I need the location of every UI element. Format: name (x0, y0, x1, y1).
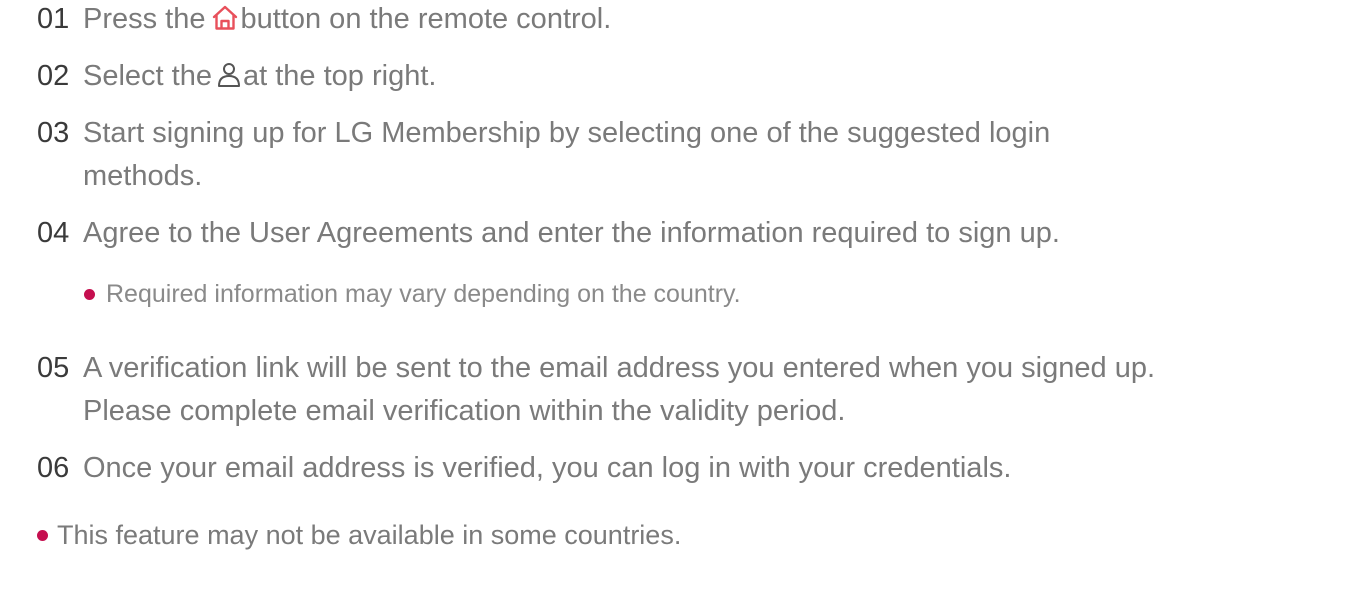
step-number: 05 (37, 352, 70, 384)
step-number: 01 (37, 3, 70, 35)
bullet-dot (84, 289, 95, 300)
step-number: 03 (37, 117, 70, 149)
step-text: Press the button on the remote control. (83, 0, 611, 44)
step-text-part: at the top right. (242, 60, 437, 92)
step-number: 02 (37, 60, 70, 92)
step-text-line: A verification link will be sent to the … (83, 352, 1156, 384)
step-text: Agree to the User Agreements and enter t… (83, 212, 1060, 255)
step-text: Once your email address is verified, you… (83, 447, 1011, 490)
step-text-part: button on the remote control. (240, 3, 612, 35)
note-text: This feature may not be available in som… (57, 520, 682, 550)
step-text-part: Select the (83, 60, 212, 92)
user-icon (217, 58, 241, 101)
step-text: A verification link will be sent to the … (83, 347, 1155, 433)
step-number: 04 (37, 217, 70, 249)
step-number: 06 (37, 452, 70, 484)
step-text: Start signing up for LG Membership by se… (83, 112, 1050, 198)
step-text-line: Once your email address is verified, you… (83, 452, 1012, 484)
bullet-dot (37, 530, 48, 541)
step-text: Select the at the top right. (83, 55, 436, 101)
step-text-part: Press the (83, 3, 206, 35)
step-text-line: Start signing up for LG Membership by se… (83, 117, 1051, 149)
step-text-line: Agree to the User Agreements and enter t… (83, 217, 1060, 249)
step-text-line: Please complete email verification withi… (83, 395, 846, 427)
step-text-line: methods. (83, 160, 203, 192)
sub-bullet-text: Required information may vary depending … (106, 280, 741, 308)
home-icon (211, 1, 239, 44)
